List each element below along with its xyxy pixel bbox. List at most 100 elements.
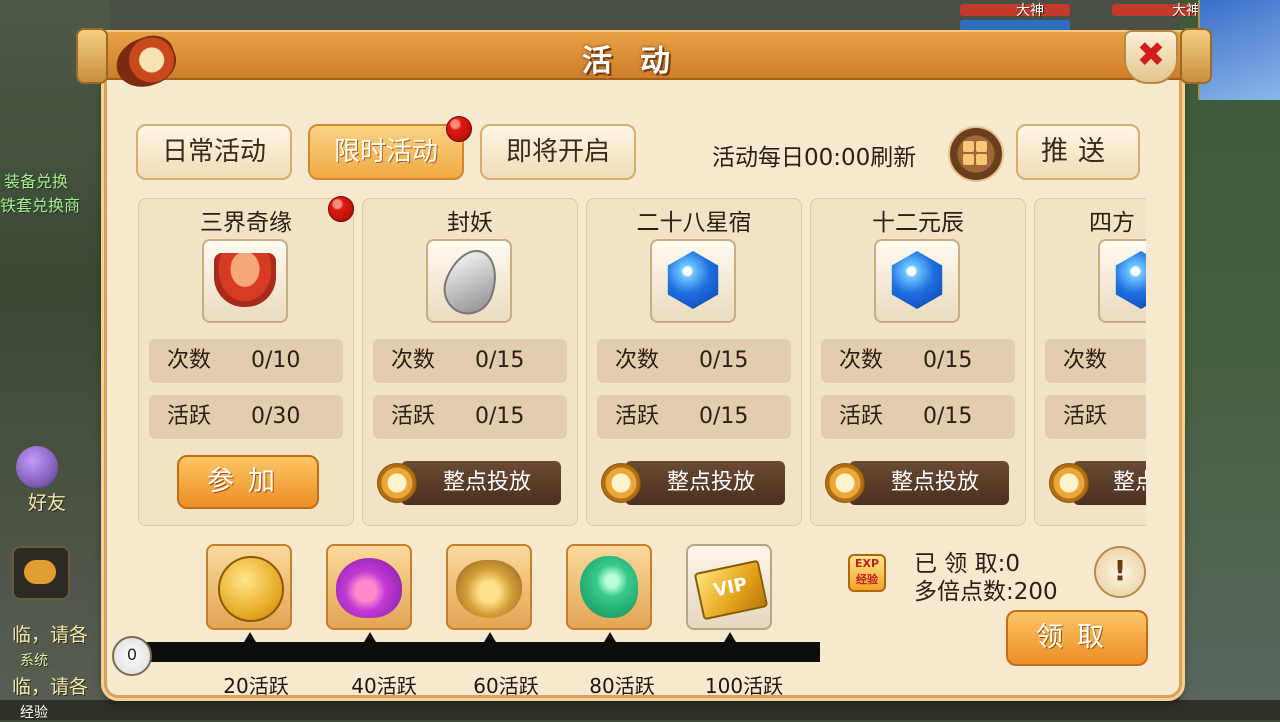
milestone-label: 80活跃 xyxy=(589,674,655,698)
reward-chest-60[interactable] xyxy=(446,544,532,630)
activity-name: 十二元辰 xyxy=(872,210,964,236)
vip-card-icon: VIP xyxy=(693,559,769,621)
multiplier-label: 多倍点数: xyxy=(914,579,1014,605)
gold-coin-icon xyxy=(218,556,284,622)
multiplier-info: 多倍点数:200 xyxy=(914,572,1058,606)
active-value: 0/15 xyxy=(699,404,749,429)
claim-button[interactable]: 领取 xyxy=(1006,610,1148,666)
count-label: 次数 xyxy=(167,348,212,373)
count-value: 0/10 xyxy=(251,348,301,373)
grid-icon xyxy=(976,154,987,165)
clock-icon xyxy=(1049,463,1089,503)
blue-gem-icon xyxy=(891,251,943,309)
player-name: 大神 xyxy=(1016,3,1044,19)
leaf-icon xyxy=(436,242,506,322)
milestone-marker xyxy=(604,632,616,642)
count-value: 0/15 xyxy=(475,348,525,373)
count-label: 次数 xyxy=(391,348,436,373)
active-value: 0/15 xyxy=(923,404,973,429)
active-label: 活跃 xyxy=(167,404,212,429)
activity-name: 封妖 xyxy=(447,210,493,236)
active-row: 活跃 0/30 xyxy=(149,395,343,439)
count-row: 次数 0/15 xyxy=(597,339,791,383)
count-value: 0/15 xyxy=(923,348,973,373)
reward-chest-40[interactable] xyxy=(326,544,412,630)
hourly-drop-button[interactable]: 整点投放 xyxy=(401,461,561,505)
activity-icon-frame[interactable] xyxy=(1098,239,1146,323)
count-row: 次数 0/15 xyxy=(373,339,567,383)
reward-chest-20[interactable] xyxy=(206,544,292,630)
jade-icon xyxy=(580,556,638,618)
active-value: 0/15 xyxy=(475,404,525,429)
scene-left xyxy=(0,0,110,720)
chat-line: 临，请各 xyxy=(12,624,89,646)
count-row: 次数 0/10 xyxy=(149,339,343,383)
tab-daily[interactable]: 日常活动 xyxy=(136,124,292,180)
join-button[interactable]: 参加 xyxy=(177,455,319,509)
active-row: 活跃 0/15 xyxy=(597,395,791,439)
activity-icon-frame[interactable] xyxy=(874,239,960,323)
reward-chest-100[interactable]: VIP xyxy=(686,544,772,630)
reward-chest-80[interactable] xyxy=(566,544,652,630)
gold-bag-icon xyxy=(456,560,522,618)
activity-card-list[interactable]: 三界奇缘 次数 0/10 活跃 0/30 参加 封妖 次数 0/15 活跃 0/… xyxy=(138,198,1146,528)
chat-bubble-icon xyxy=(24,560,56,584)
hp-bar xyxy=(960,4,1070,16)
active-row: 活跃 0/15 xyxy=(821,395,1015,439)
count-row: 次数 xyxy=(1045,339,1146,383)
info-button[interactable]: ! xyxy=(1094,546,1146,598)
milestone-label: 60活跃 xyxy=(473,674,539,698)
activity-card[interactable]: 三界奇缘 次数 0/10 活跃 0/30 参加 xyxy=(138,198,354,526)
milestone-marker xyxy=(484,632,496,642)
grid-menu-button[interactable] xyxy=(948,126,1004,182)
tab-limited[interactable]: 限时活动 xyxy=(308,124,464,180)
npc-label-shop[interactable]: 铁套兑换商 xyxy=(0,192,80,216)
milestone-marker xyxy=(724,632,736,642)
activity-name: 三界奇缘 xyxy=(200,210,292,236)
active-row: 活跃 xyxy=(1045,395,1146,439)
close-button[interactable]: ✖ xyxy=(1124,30,1178,84)
activity-progress-bar xyxy=(130,642,820,662)
activity-icon-frame[interactable] xyxy=(650,239,736,323)
bowl-icon xyxy=(214,253,276,307)
clock-icon xyxy=(601,463,641,503)
close-icon: ✖ xyxy=(1136,35,1166,75)
hourly-drop-button[interactable]: 整点投放 xyxy=(849,461,1009,505)
milestone-label: 20活跃 xyxy=(223,674,289,698)
grid-icon xyxy=(963,141,974,152)
activity-card[interactable]: 封妖 次数 0/15 活跃 0/15 整点投放 xyxy=(362,198,578,526)
refresh-notice: 活动每日00:00刷新 xyxy=(712,145,917,171)
notification-dot xyxy=(446,116,472,142)
activity-icon-frame[interactable] xyxy=(202,239,288,323)
progress-current: 0 xyxy=(112,636,152,676)
count-value: 0/15 xyxy=(699,348,749,373)
active-label: 活跃 xyxy=(391,404,436,429)
activity-card[interactable]: 二十八星宿 次数 0/15 活跃 0/15 整点投放 xyxy=(586,198,802,526)
scene-right xyxy=(1180,0,1280,720)
blue-gem-icon xyxy=(1115,251,1146,309)
notification-dot xyxy=(328,196,354,222)
friend-label[interactable]: 好友 xyxy=(28,488,66,515)
player-name: 大神 xyxy=(1172,3,1200,19)
grid-icon xyxy=(963,154,974,165)
milestone-label: 100活跃 xyxy=(704,674,784,698)
clock-icon xyxy=(377,463,417,503)
npc-label-equipment[interactable]: 装备兑换 xyxy=(4,168,68,192)
activity-icon-frame[interactable] xyxy=(426,239,512,323)
tab-upcoming[interactable]: 即将开启 xyxy=(480,124,636,180)
milestone-label: 40活跃 xyxy=(351,674,417,698)
purple-bag-icon xyxy=(336,558,402,618)
bottom-hud xyxy=(0,700,1280,720)
activity-card[interactable]: 四方 次数 活跃 整点 xyxy=(1034,198,1146,526)
push-button[interactable]: 推送 xyxy=(1016,124,1140,180)
chat-line: 临，请各 xyxy=(12,676,89,698)
activity-card[interactable]: 十二元辰 次数 0/15 活跃 0/15 整点投放 xyxy=(810,198,1026,526)
friend-avatar[interactable] xyxy=(16,446,58,488)
chat-button[interactable] xyxy=(12,546,70,600)
multiplier-value: 200 xyxy=(1013,579,1058,605)
count-label: 次数 xyxy=(615,348,660,373)
grid-icon xyxy=(976,141,987,152)
active-label: 活跃 xyxy=(615,404,660,429)
clock-icon xyxy=(825,463,865,503)
hourly-drop-button[interactable]: 整点投放 xyxy=(625,461,785,505)
